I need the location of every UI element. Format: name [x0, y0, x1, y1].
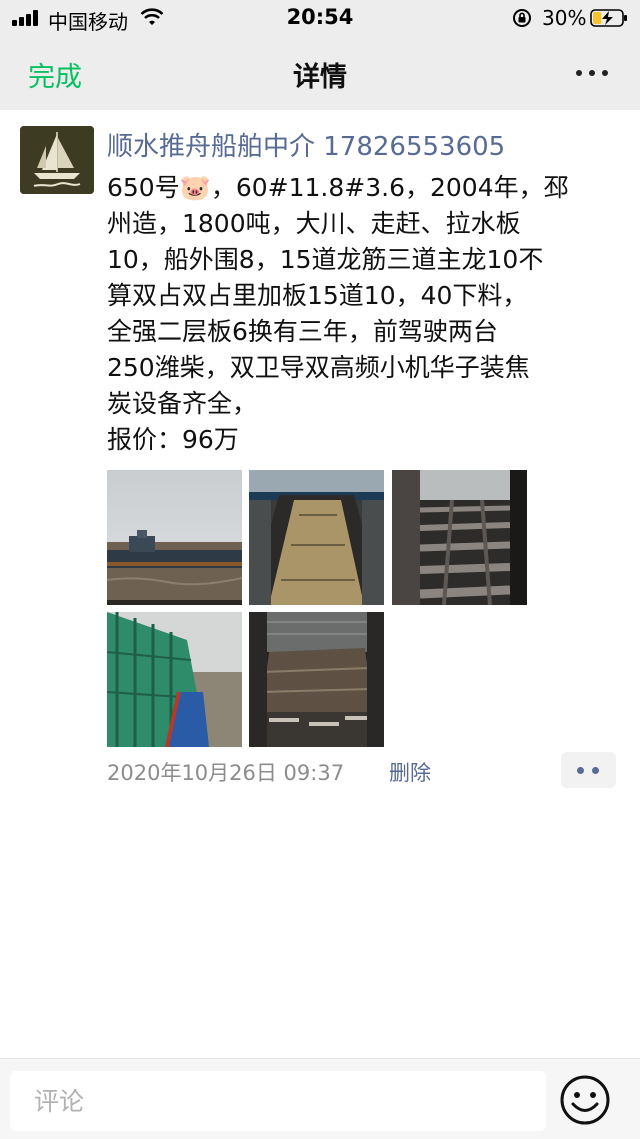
photo-hold-beams[interactable]: [392, 470, 527, 605]
photo-hold-interior[interactable]: [249, 612, 384, 747]
smiley-icon[interactable]: [558, 1073, 612, 1127]
post-timestamp: 2020年10月26日 09:37: [107, 761, 345, 785]
post-line: 州造，1800吨，大川、走赶、拉水板: [107, 209, 521, 238]
photo-barge-river[interactable]: [107, 470, 242, 605]
photo-deck-side[interactable]: [107, 612, 242, 747]
photo-cargo-hold-front[interactable]: [249, 470, 384, 605]
post-line: 算双占双占里加板15道10，40下料，: [107, 281, 528, 310]
post-line: 炭设备齐全，: [107, 389, 258, 418]
sailboat-logo-icon: [20, 126, 94, 194]
author-name[interactable]: 顺水推舟船舶中介 17826553605: [107, 126, 505, 163]
nav-bar: 完成 详情: [0, 36, 640, 110]
post-line: 650号🐷，60#11.8#3.6，2004年，邳: [107, 173, 569, 202]
like-comment-menu-button[interactable]: [561, 752, 616, 788]
post-line: 全强二层板6换有三年，前驾驶两台: [107, 317, 498, 346]
avatar[interactable]: [20, 126, 94, 194]
post-line: 250潍柴，双卫导双高频小机华子装焦: [107, 353, 530, 382]
comment-input[interactable]: [10, 1071, 546, 1131]
orientation-lock-icon: [513, 9, 531, 27]
post-line: 报价：96万: [107, 425, 239, 454]
page-title: 详情: [293, 62, 347, 93]
comment-bar: [0, 1058, 640, 1139]
post-line: 10，船外围8，15道龙筋三道主龙10不: [107, 245, 544, 274]
post-text: 650号🐷，60#11.8#3.6，2004年，邳 州造，1800吨，大川、走赶…: [107, 170, 623, 458]
more-icon[interactable]: [572, 58, 612, 88]
delete-button[interactable]: 删除: [389, 757, 431, 787]
status-bar: 中国移动 20:54 30%: [0, 0, 640, 36]
battery-charging-icon: [590, 9, 627, 27]
battery-percent: 30%: [542, 6, 587, 30]
